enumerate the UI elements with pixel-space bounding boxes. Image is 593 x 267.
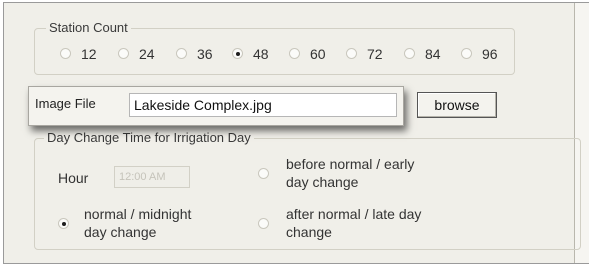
browse-button[interactable]: browse xyxy=(417,92,497,118)
station-label-84: 84 xyxy=(425,46,441,62)
station-radio-24[interactable] xyxy=(118,48,129,59)
station-label-24: 24 xyxy=(139,46,155,62)
station-label-12: 12 xyxy=(81,46,97,62)
station-label-96: 96 xyxy=(482,46,498,62)
late-day-change-label-line1: after normal / late day xyxy=(286,206,422,222)
station-radio-72[interactable] xyxy=(346,48,357,59)
early-day-change-label-line2: day change xyxy=(286,174,359,190)
station-radio-96[interactable] xyxy=(461,48,472,59)
midnight-day-change-radio[interactable] xyxy=(58,218,69,229)
day-change-title: Day Change Time for Irrigation Day xyxy=(44,130,254,146)
early-day-change-label-line1: before normal / early xyxy=(286,156,415,172)
image-file-input[interactable]: Lakeside Complex.jpg xyxy=(129,93,397,117)
station-label-48: 48 xyxy=(253,46,269,62)
station-radio-12[interactable] xyxy=(60,48,71,59)
station-radio-60[interactable] xyxy=(289,48,300,59)
image-file-label: Image File xyxy=(35,96,96,111)
station-count-title: Station Count xyxy=(46,20,131,36)
hour-field[interactable]: 12:00 AM xyxy=(114,166,190,188)
station-radio-36[interactable] xyxy=(176,48,187,59)
late-day-change-radio[interactable] xyxy=(258,218,269,229)
station-label-36: 36 xyxy=(197,46,213,62)
hour-label: Hour xyxy=(58,170,89,186)
midnight-day-change-label-line2: day change xyxy=(84,224,157,240)
late-day-change-label-line2: change xyxy=(286,224,332,240)
station-label-60: 60 xyxy=(310,46,326,62)
station-radio-48[interactable] xyxy=(232,48,243,59)
station-radio-84[interactable] xyxy=(404,48,415,59)
early-day-change-radio[interactable] xyxy=(258,168,269,179)
image-file-row: Image File Lakeside Complex.jpg xyxy=(28,86,404,126)
station-label-72: 72 xyxy=(367,46,383,62)
midnight-day-change-label-line1: normal / midnight xyxy=(84,206,192,222)
